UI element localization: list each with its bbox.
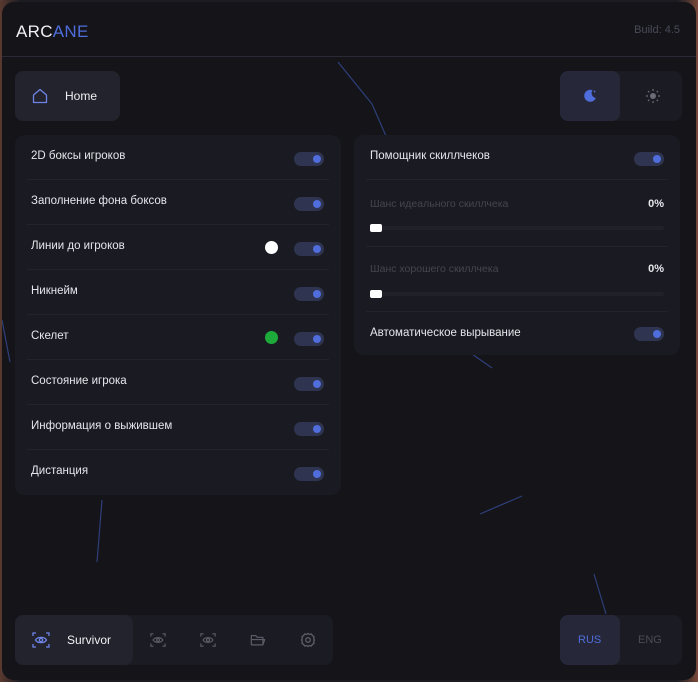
- home-label: Home: [65, 89, 98, 103]
- setting-label: Информация о выжившем: [31, 420, 173, 432]
- setting-row: 2D боксы игроков: [15, 135, 341, 180]
- skeleton-toggle[interactable]: [294, 332, 324, 346]
- setting-label: Никнейм: [31, 285, 78, 297]
- gear-icon[interactable]: [300, 632, 316, 648]
- player-state-toggle[interactable]: [294, 377, 324, 391]
- setting-label: Линии до игроков: [31, 240, 125, 252]
- good-chance-label: Шанс хорошего скиллчека: [370, 263, 499, 275]
- home-icon: [32, 88, 48, 104]
- logo-text: ARC: [16, 22, 53, 41]
- survivor-info-toggle[interactable]: [294, 422, 324, 436]
- perfect-chance-label: Шанс идеального скиллчека: [370, 198, 509, 210]
- tab-survivor[interactable]: Survivor: [15, 615, 133, 665]
- tab-survivor-label: Survivor: [67, 633, 112, 647]
- good-chance-value: 0%: [648, 263, 664, 275]
- setting-row: Состояние игрока: [15, 360, 341, 405]
- setting-label: Помощник скиллчеков: [370, 150, 490, 162]
- setting-label: Автоматическое вырывание: [370, 327, 521, 339]
- setting-label: 2D боксы игроков: [31, 150, 126, 162]
- distance-toggle[interactable]: [294, 467, 324, 481]
- lines-color-picker[interactable]: [265, 241, 278, 254]
- bottom-navigation: Survivor: [15, 615, 333, 665]
- visuals-panel: 2D боксы игроков Заполнение фона боксов …: [15, 135, 341, 495]
- setting-row: Скелет: [15, 315, 341, 360]
- setting-label: Дистанция: [31, 465, 89, 477]
- logo-accent: ANE: [52, 22, 89, 41]
- setting-row: Линии до игроков: [15, 225, 341, 270]
- box-fill-toggle[interactable]: [294, 197, 324, 211]
- setting-label: Скелет: [31, 330, 69, 342]
- perfect-chance-slider[interactable]: [370, 224, 664, 232]
- folder-icon[interactable]: [250, 632, 266, 648]
- eye-scan-icon[interactable]: [200, 632, 216, 648]
- language-eng-button[interactable]: ENG: [622, 615, 682, 665]
- setting-row: Никнейм: [15, 270, 341, 315]
- skillcheck-panel: Помощник скиллчеков Шанс идеального скил…: [354, 135, 680, 355]
- build-version: Build: 4.5: [634, 24, 680, 36]
- setting-label: Заполнение фона боксов: [31, 195, 167, 207]
- boxes-2d-toggle[interactable]: [294, 152, 324, 166]
- home-button[interactable]: Home: [15, 71, 120, 121]
- nickname-toggle[interactable]: [294, 287, 324, 301]
- setting-label: Состояние игрока: [31, 375, 127, 387]
- sun-icon: [646, 89, 660, 103]
- setting-row: Дистанция: [15, 450, 341, 495]
- setting-row: Информация о выжившем: [15, 405, 341, 450]
- logo: ARCANE: [16, 22, 89, 42]
- light-theme-button[interactable]: [622, 71, 682, 121]
- language-switcher: RUS ENG: [560, 615, 682, 665]
- theme-switcher: [560, 71, 682, 121]
- app-window: ARCANE Build: 4.5 Home 2D боксы игроков …: [2, 2, 696, 680]
- moon-icon: [584, 89, 596, 102]
- slider-handle[interactable]: [370, 290, 382, 298]
- auto-pull-toggle[interactable]: [634, 327, 664, 341]
- language-eng-label: ENG: [638, 634, 662, 646]
- slider-handle[interactable]: [370, 224, 382, 232]
- setting-row: Заполнение фона боксов: [15, 180, 341, 225]
- player-lines-toggle[interactable]: [294, 242, 324, 256]
- eye-scan-icon: [32, 632, 50, 648]
- good-chance-slider[interactable]: [370, 290, 664, 298]
- header: ARCANE Build: 4.5: [2, 2, 696, 57]
- eye-scan-icon[interactable]: [150, 632, 166, 648]
- setting-row: Автоматическое вырывание: [354, 311, 680, 355]
- skeleton-color-picker[interactable]: [265, 331, 278, 344]
- dark-theme-button[interactable]: [560, 71, 620, 121]
- setting-row: Помощник скиллчеков: [354, 135, 680, 180]
- language-rus-label: RUS: [578, 634, 602, 646]
- language-rus-button[interactable]: RUS: [560, 615, 620, 665]
- skillcheck-helper-toggle[interactable]: [634, 152, 664, 166]
- perfect-chance-value: 0%: [648, 198, 664, 210]
